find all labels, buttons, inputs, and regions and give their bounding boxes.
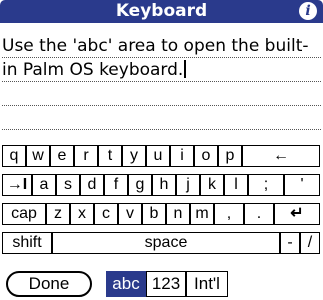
key-z[interactable]: z [46,203,70,225]
key-o[interactable]: o [194,145,218,167]
key-i[interactable]: i [170,145,194,167]
key-j[interactable]: j [176,174,200,196]
key-k[interactable]: k [200,174,224,196]
mode-intl[interactable]: Int'l [186,271,228,297]
key-d[interactable]: d [80,174,104,196]
text-line [2,129,321,130]
key-a[interactable]: a [32,174,56,196]
space-key[interactable]: space [52,232,280,254]
mode-abc[interactable]: abc [106,271,146,297]
comma-key[interactable]: , [214,203,244,225]
title-bar: Keyboard i [0,0,323,23]
bottom-bar: Done abc 123 Int'l [0,262,323,300]
key-x[interactable]: x [70,203,94,225]
text-area-content: Use the 'abc' area to open the built-in … [2,34,321,82]
slash-key[interactable]: / [300,232,320,254]
key-q[interactable]: q [2,145,26,167]
key-u[interactable]: u [146,145,170,167]
return-key[interactable]: ↵ [274,203,320,225]
key-g[interactable]: g [128,174,152,196]
key-w[interactable]: w [26,145,50,167]
shift-key[interactable]: shift [2,232,52,254]
key-c[interactable]: c [94,203,118,225]
key-e[interactable]: e [50,145,74,167]
page-title: Keyboard [115,1,208,21]
key-y[interactable]: y [122,145,146,167]
backspace-key[interactable]: ← [242,145,320,167]
text-area-value: Use the 'abc' area to open the built-in … [2,36,309,80]
apostrophe-key[interactable]: ' [284,174,320,196]
key-l[interactable]: l [224,174,248,196]
key-v[interactable]: v [118,203,142,225]
semicolon-key[interactable]: ; [248,174,284,196]
tab-key[interactable]: →I [2,174,32,196]
key-n[interactable]: n [166,203,190,225]
period-key[interactable]: . [244,203,274,225]
text-caret [184,60,187,78]
info-icon[interactable]: i [299,2,317,20]
key-t[interactable]: t [98,145,122,167]
key-r[interactable]: r [74,145,98,167]
key-p[interactable]: p [218,145,242,167]
text-line [2,81,321,82]
key-s[interactable]: s [56,174,80,196]
done-button[interactable]: Done [6,271,92,297]
key-m[interactable]: m [190,203,214,225]
text-area[interactable]: Use the 'abc' area to open the built-in … [2,34,321,140]
key-b[interactable]: b [142,203,166,225]
keyboard: q w e r t y u i o p ← →I a s d f g h j k l; ' cap z x c v b n m,. ↵ shi… [2,145,320,257]
mode-123[interactable]: 123 [146,271,186,297]
key-f[interactable]: f [104,174,128,196]
text-line [2,105,321,106]
caps-key[interactable]: cap [2,203,46,225]
text-line [2,57,321,58]
key-h[interactable]: h [152,174,176,196]
dash-key[interactable]: - [280,232,300,254]
